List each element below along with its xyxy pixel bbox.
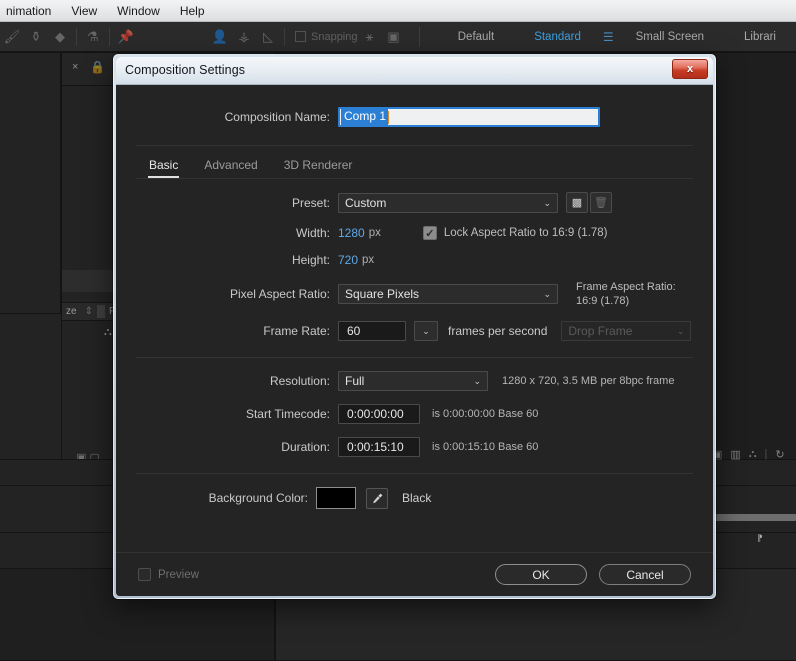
section-divider <box>136 473 693 474</box>
close-icon[interactable]: x <box>672 59 708 79</box>
frame-rate-row: Frame Rate: 60 ⌄ frames per second Drop … <box>136 321 693 341</box>
frame-rate-label: Frame Rate: <box>136 324 338 338</box>
dialog-tabs: Basic Advanced 3D Renderer <box>136 145 693 178</box>
frame-aspect-ratio-block: Frame Aspect Ratio: 16:9 (1.78) <box>576 280 676 308</box>
resolution-row: Resolution: Full ⌄ 1280 x 720, 3.5 MB pe… <box>136 371 693 391</box>
dialog-title: Composition Settings <box>125 63 245 77</box>
preset-label: Preset: <box>136 196 338 210</box>
lock-aspect-ratio-label: Lock Aspect Ratio to 16:9 (1.78) <box>444 227 608 239</box>
duration-input[interactable]: 0:00:15:10 <box>338 437 420 457</box>
start-timecode-input[interactable]: 0:00:00:00 <box>338 404 420 424</box>
save-preset-icon[interactable]: ▩ <box>566 192 588 213</box>
width-unit: px <box>369 227 381 239</box>
background-color-name: Black <box>402 491 431 505</box>
tab-3d-renderer[interactable]: 3D Renderer <box>271 151 366 178</box>
tab-advanced[interactable]: Advanced <box>191 151 270 178</box>
height-row: Height: 720 px <box>136 253 693 267</box>
section-divider <box>136 357 693 358</box>
width-input[interactable]: 1280 <box>338 226 365 240</box>
resolution-value: Full <box>345 374 364 388</box>
basic-settings-section: Preset: Custom ⌄ ▩ 🗑 Width: 1280 px <box>116 192 713 341</box>
pixel-aspect-ratio-select[interactable]: Square Pixels ⌄ <box>338 284 558 304</box>
height-input[interactable]: 720 <box>338 253 358 267</box>
start-timecode-row: Start Timecode: 0:00:00:00 is 0:00:00:00… <box>136 404 693 424</box>
pixel-aspect-ratio-row: Pixel Aspect Ratio: Square Pixels ⌄ Fram… <box>136 280 693 308</box>
pixel-aspect-ratio-label: Pixel Aspect Ratio: <box>136 287 338 301</box>
frame-aspect-ratio-label: Frame Aspect Ratio: <box>576 280 676 294</box>
checkbox-icon <box>138 568 151 581</box>
eyedropper-icon[interactable] <box>366 488 388 509</box>
composition-name-input[interactable]: Comp 1 <box>338 107 600 127</box>
composition-settings-dialog: Composition Settings x Composition Name:… <box>116 57 713 596</box>
chevron-down-icon: ⌄ <box>543 198 551 209</box>
width-row: Width: 1280 px ✓ Lock Aspect Ratio to 16… <box>136 226 693 240</box>
duration-label: Duration: <box>136 440 338 454</box>
composition-name-row: Composition Name: Comp 1 <box>116 106 713 128</box>
background-color-section: Background Color: Black <box>116 487 713 509</box>
duration-row: Duration: 0:00:15:10 is 0:00:15:10 Base … <box>136 437 693 457</box>
start-timecode-info: is 0:00:00:00 Base 60 <box>432 408 538 420</box>
lock-aspect-ratio-checkbox[interactable]: ✓ Lock Aspect Ratio to 16:9 (1.78) <box>423 226 608 240</box>
resolution-select[interactable]: Full ⌄ <box>338 371 488 391</box>
drop-frame-value: Drop Frame <box>568 324 632 338</box>
pixel-aspect-ratio-value: Square Pixels <box>345 287 419 301</box>
frame-rate-input[interactable]: 60 <box>338 321 406 341</box>
composition-name-label: Composition Name: <box>116 110 338 124</box>
resolution-section: Resolution: Full ⌄ 1280 x 720, 3.5 MB pe… <box>116 371 713 457</box>
dialog-body: Composition Name: Comp 1 Basic Advanced … <box>116 85 713 596</box>
background-color-label: Background Color: <box>136 491 316 505</box>
duration-info: is 0:00:15:10 Base 60 <box>432 441 538 453</box>
preview-checkbox[interactable]: Preview <box>138 568 199 581</box>
ok-button[interactable]: OK <box>495 564 587 585</box>
frame-rate-dropdown-icon[interactable]: ⌄ <box>414 321 438 341</box>
preset-row: Preset: Custom ⌄ ▩ 🗑 <box>136 192 693 213</box>
height-unit: px <box>362 254 374 266</box>
resolution-label: Resolution: <box>136 374 338 388</box>
tab-basic[interactable]: Basic <box>136 151 191 178</box>
resolution-info: 1280 x 720, 3.5 MB per 8bpc frame <box>502 375 674 387</box>
height-label: Height: <box>136 253 338 267</box>
tabs-underline <box>136 178 693 179</box>
delete-preset-icon[interactable]: 🗑 <box>590 192 612 213</box>
chevron-down-icon: ⌄ <box>473 376 481 387</box>
chevron-down-icon: ⌄ <box>677 326 685 337</box>
frame-aspect-ratio-value: 16:9 (1.78) <box>576 294 676 308</box>
background-color-swatch[interactable] <box>316 487 356 509</box>
preset-value: Custom <box>345 196 386 210</box>
modal-overlay: Composition Settings x Composition Name:… <box>0 0 796 660</box>
checkmark-icon: ✓ <box>423 226 437 240</box>
composition-name-value: Comp 1 <box>341 109 388 125</box>
composition-settings-dialog-frame: Composition Settings x Composition Name:… <box>113 54 716 599</box>
preset-select[interactable]: Custom ⌄ <box>338 193 558 213</box>
preview-label: Preview <box>158 569 199 581</box>
text-caret <box>388 111 389 124</box>
chevron-down-icon: ⌄ <box>543 289 551 300</box>
dialog-title-bar[interactable]: Composition Settings x <box>116 57 713 85</box>
footer-buttons: OK Cancel <box>495 564 691 585</box>
width-label: Width: <box>136 226 338 240</box>
start-timecode-label: Start Timecode: <box>136 407 338 421</box>
cancel-button[interactable]: Cancel <box>599 564 691 585</box>
drop-frame-select: Drop Frame ⌄ <box>561 321 691 341</box>
dialog-footer: Preview OK Cancel <box>116 552 713 596</box>
frames-per-second-label: frames per second <box>448 324 547 338</box>
background-color-row: Background Color: Black <box>136 487 693 509</box>
